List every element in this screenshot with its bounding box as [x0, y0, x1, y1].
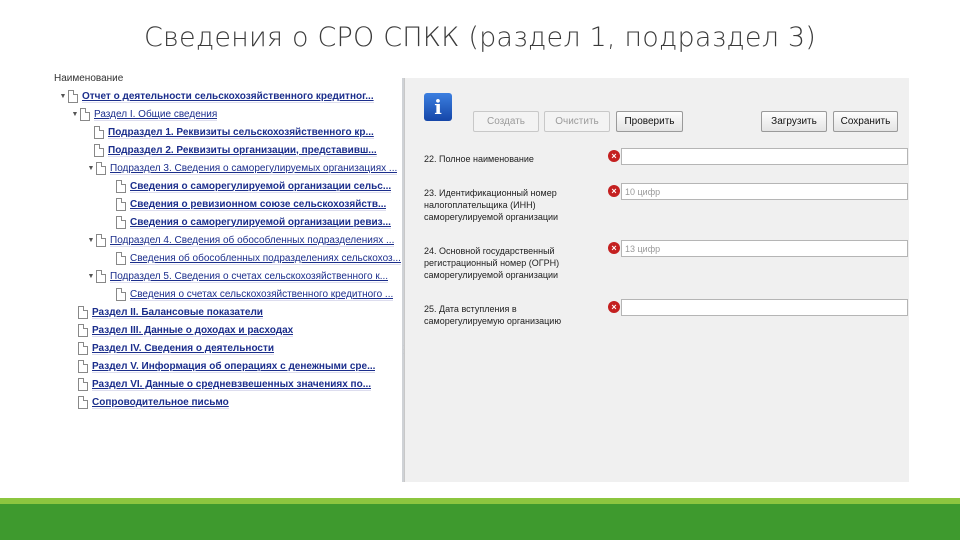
document-icon [78, 306, 88, 319]
document-icon [78, 360, 88, 373]
tree-item-label[interactable]: Подраздел 2. Реквизиты организации, пред… [108, 145, 377, 157]
error-icon: × [608, 301, 620, 313]
tree-item-label[interactable]: Сведения об обособленных подразделениях … [130, 253, 401, 265]
document-icon [94, 126, 104, 139]
tree-item-label[interactable]: Сведения о ревизионном союзе сельскохозя… [130, 199, 387, 211]
tree-item-label[interactable]: Подраздел 5. Сведения о счетах сельскохо… [110, 271, 389, 283]
tree-item-sro-agri[interactable]: Сведения о саморегулируемой организации … [116, 178, 402, 195]
tree-item-section-1[interactable]: ▼ Раздел I. Общие сведения [70, 106, 402, 123]
collapse-arrow-icon[interactable]: ▼ [58, 93, 68, 100]
tree-item-label[interactable]: Раздел II. Балансовые показатели [92, 307, 263, 319]
tree-item-subsection-4[interactable]: ▼ Подраздел 4. Сведения об обособленных … [86, 232, 402, 249]
inn-input[interactable]: 10 цифр [621, 183, 908, 200]
tree-item-subsection-1[interactable]: Подраздел 1. Реквизиты сельскохозяйствен… [94, 124, 402, 141]
document-icon [78, 378, 88, 391]
document-icon [78, 342, 88, 355]
join-date-input[interactable] [621, 299, 908, 316]
tree-column-header: Наименование [54, 73, 124, 84]
tree-item-subsection-2[interactable]: Подраздел 2. Реквизиты организации, пред… [94, 142, 402, 159]
info-icon: i [424, 93, 452, 121]
create-button[interactable]: Создать [473, 111, 539, 132]
error-icon: × [608, 242, 620, 254]
field-label-join-date: 25. Дата вступления в саморегулируемую о… [424, 304, 562, 326]
clear-button[interactable]: Очистить [544, 111, 610, 132]
error-icon: × [608, 185, 620, 197]
tree-item-label[interactable]: Раздел IV. Сведения о деятельности [92, 343, 275, 355]
error-icon: × [608, 150, 620, 162]
document-icon [80, 108, 90, 121]
tree-item-label[interactable]: Подраздел 4. Сведения об обособленных по… [110, 235, 395, 247]
document-icon [96, 162, 106, 175]
document-icon [94, 144, 104, 157]
footer-bar [0, 504, 960, 540]
tree-item-section-3[interactable]: Раздел III. Данные о доходах и расходах [78, 322, 402, 339]
save-button[interactable]: Сохранить [833, 111, 898, 132]
tree-item-sro-audit[interactable]: Сведения о саморегулируемой организации … [116, 214, 402, 231]
tree-item-audit-union[interactable]: Сведения о ревизионном союзе сельскохозя… [116, 196, 402, 213]
tree-item-label[interactable]: Сведения о саморегулируемой организации … [130, 217, 391, 229]
document-icon [116, 198, 126, 211]
document-icon [68, 90, 78, 103]
tree-item-section-2[interactable]: Раздел II. Балансовые показатели [78, 304, 402, 321]
tree-item-label[interactable]: Подраздел 1. Реквизиты сельскохозяйствен… [108, 127, 374, 139]
tree-item-accounts[interactable]: Сведения о счетах сельскохозяйственного … [116, 286, 402, 303]
slide-title: Сведения о СРО СПКК (раздел 1, подраздел… [143, 22, 817, 53]
tree-item-label[interactable]: Сведения о саморегулируемой организации … [130, 181, 392, 193]
tree-item-label[interactable]: Раздел I. Общие сведения [94, 109, 218, 121]
document-icon [78, 396, 88, 409]
document-icon [96, 234, 106, 247]
tree-item-branches[interactable]: Сведения об обособленных подразделениях … [116, 250, 402, 267]
tree-item-cover-letter[interactable]: Сопроводительное письмо [78, 394, 402, 411]
collapse-arrow-icon[interactable]: ▼ [86, 273, 96, 280]
tree-item-label[interactable]: Сопроводительное письмо [92, 397, 229, 409]
check-button[interactable]: Проверить [616, 111, 683, 132]
field-label-inn: 23. Идентификационный номер налогоплател… [424, 188, 559, 222]
tree-item-subsection-3[interactable]: ▼ Подраздел 3. Сведения о саморегулируем… [86, 160, 402, 177]
tree-item-label[interactable]: Сведения о счетах сельскохозяйственного … [130, 289, 394, 301]
collapse-arrow-icon[interactable]: ▼ [86, 165, 96, 172]
field-label-full-name: 22. Полное наименование [424, 154, 534, 164]
load-button[interactable]: Загрузить [761, 111, 827, 132]
tree-item-label[interactable]: Подраздел 3. Сведения о саморегулируемых… [110, 163, 398, 175]
tree-item-label[interactable]: Раздел V. Информация об операциях с дене… [92, 361, 376, 373]
collapse-arrow-icon[interactable]: ▼ [70, 111, 80, 118]
tree-item-subsection-5[interactable]: ▼ Подраздел 5. Сведения о счетах сельско… [86, 268, 402, 285]
field-label-ogrn: 24. Основной государственный регистрацио… [424, 246, 560, 280]
document-icon [96, 270, 106, 283]
tree-item-section-4[interactable]: Раздел IV. Сведения о деятельности [78, 340, 402, 357]
document-icon [78, 324, 88, 337]
document-icon [116, 288, 126, 301]
tree-item-section-6[interactable]: Раздел VI. Данные о средневзвешенных зна… [78, 376, 402, 393]
tree-item-section-5[interactable]: Раздел V. Информация об операциях с дене… [78, 358, 402, 375]
document-icon [116, 252, 126, 265]
report-tree: ▼ Отчет о деятельности сельскохозяйствен… [54, 88, 404, 482]
tree-item-label[interactable]: Раздел VI. Данные о средневзвешенных зна… [92, 379, 372, 391]
document-icon [116, 216, 126, 229]
collapse-arrow-icon[interactable]: ▼ [86, 237, 96, 244]
document-icon [116, 180, 126, 193]
full-name-input[interactable] [621, 148, 908, 165]
tree-item-label[interactable]: Раздел III. Данные о доходах и расходах [92, 325, 294, 337]
ogrn-input[interactable]: 13 цифр [621, 240, 908, 257]
tree-item-report[interactable]: ▼ Отчет о деятельности сельскохозяйствен… [58, 88, 402, 105]
tree-item-label[interactable]: Отчет о деятельности сельскохозяйственно… [82, 91, 374, 103]
